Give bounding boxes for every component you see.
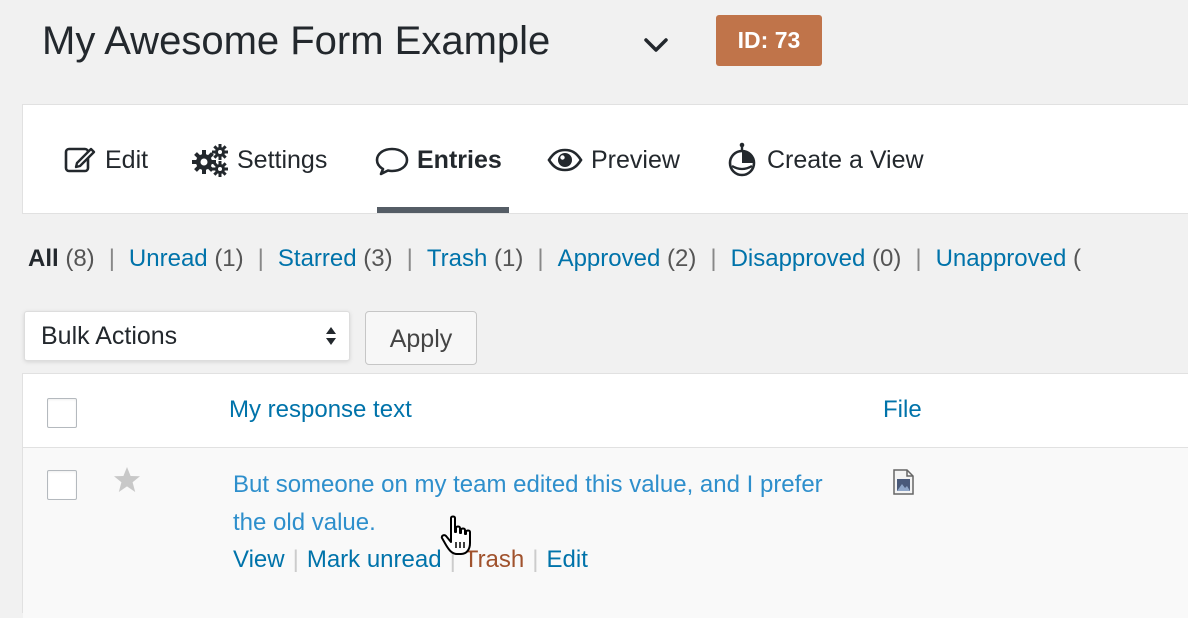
tab-entries-label: Entries <box>417 145 502 174</box>
filter-all[interactable]: All (8) <box>28 245 95 273</box>
column-header-file[interactable]: File <box>883 396 922 424</box>
form-toolbar: Edit Settings Entries Preview Create a V… <box>22 104 1188 214</box>
tab-preview-label: Preview <box>591 145 680 174</box>
action-separator: | <box>292 546 299 573</box>
action-separator: | <box>532 546 539 573</box>
filter-separator: | <box>915 245 922 272</box>
tab-preview[interactable]: Preview <box>547 137 680 183</box>
filter-unread[interactable]: Unread (1) <box>129 245 244 273</box>
hand-cursor-icon <box>440 515 471 555</box>
select-all-checkbox[interactable] <box>47 398 77 428</box>
filter-unapproved[interactable]: Unapproved ( <box>936 245 1081 273</box>
entry-filters: All (8) | Unread (1) | Starred (3) | Tra… <box>28 242 1081 276</box>
filter-separator: | <box>257 245 264 272</box>
mark-unread-link[interactable]: Mark unread <box>307 546 442 574</box>
edit-icon <box>64 147 96 173</box>
entries-table: My response text File But someone on my … <box>22 373 1188 618</box>
apply-button[interactable]: Apply <box>365 311 477 365</box>
row-checkbox[interactable] <box>47 470 77 500</box>
tab-edit-label: Edit <box>105 145 149 174</box>
filter-separator: | <box>537 245 544 272</box>
tab-create-view[interactable]: Create a View <box>725 137 924 183</box>
column-header-response[interactable]: My response text <box>229 396 412 424</box>
filter-separator: | <box>406 245 413 272</box>
form-id-badge: ID: 73 <box>716 15 822 66</box>
filter-separator: | <box>710 245 717 272</box>
view-link[interactable]: View <box>233 546 285 574</box>
edit-link[interactable]: Edit <box>547 546 588 574</box>
file-image-icon[interactable] <box>891 469 915 495</box>
bulk-actions-value: Bulk Actions <box>41 322 178 350</box>
gears-icon <box>192 144 228 177</box>
chevron-down-icon[interactable] <box>640 30 672 58</box>
tab-settings-label: Settings <box>237 145 328 174</box>
bulk-actions-select[interactable]: Bulk Actions <box>24 311 350 361</box>
tab-edit[interactable]: Edit <box>63 137 148 183</box>
tab-entries[interactable]: Entries <box>375 137 502 183</box>
active-tab-indicator <box>377 207 509 213</box>
filter-separator: | <box>108 245 115 272</box>
filter-starred[interactable]: Starred (3) <box>278 245 393 273</box>
eye-icon <box>547 148 583 172</box>
tab-create-view-label: Create a View <box>767 145 924 174</box>
comment-icon <box>375 147 409 176</box>
page-title: My Awesome Form Example <box>42 19 551 63</box>
entry-response-link[interactable]: But someone on my team edited this value… <box>233 466 833 542</box>
tab-settings[interactable]: Settings <box>191 137 327 183</box>
star-icon[interactable] <box>113 466 141 494</box>
gravityview-icon <box>728 142 756 177</box>
select-arrows-icon <box>326 327 336 345</box>
filter-trash[interactable]: Trash (1) <box>427 245 523 273</box>
filter-approved[interactable]: Approved (2) <box>558 245 697 273</box>
row-actions: View | Mark unread | Trash | Edit <box>233 546 588 574</box>
filter-disapproved[interactable]: Disapproved (0) <box>731 245 902 273</box>
